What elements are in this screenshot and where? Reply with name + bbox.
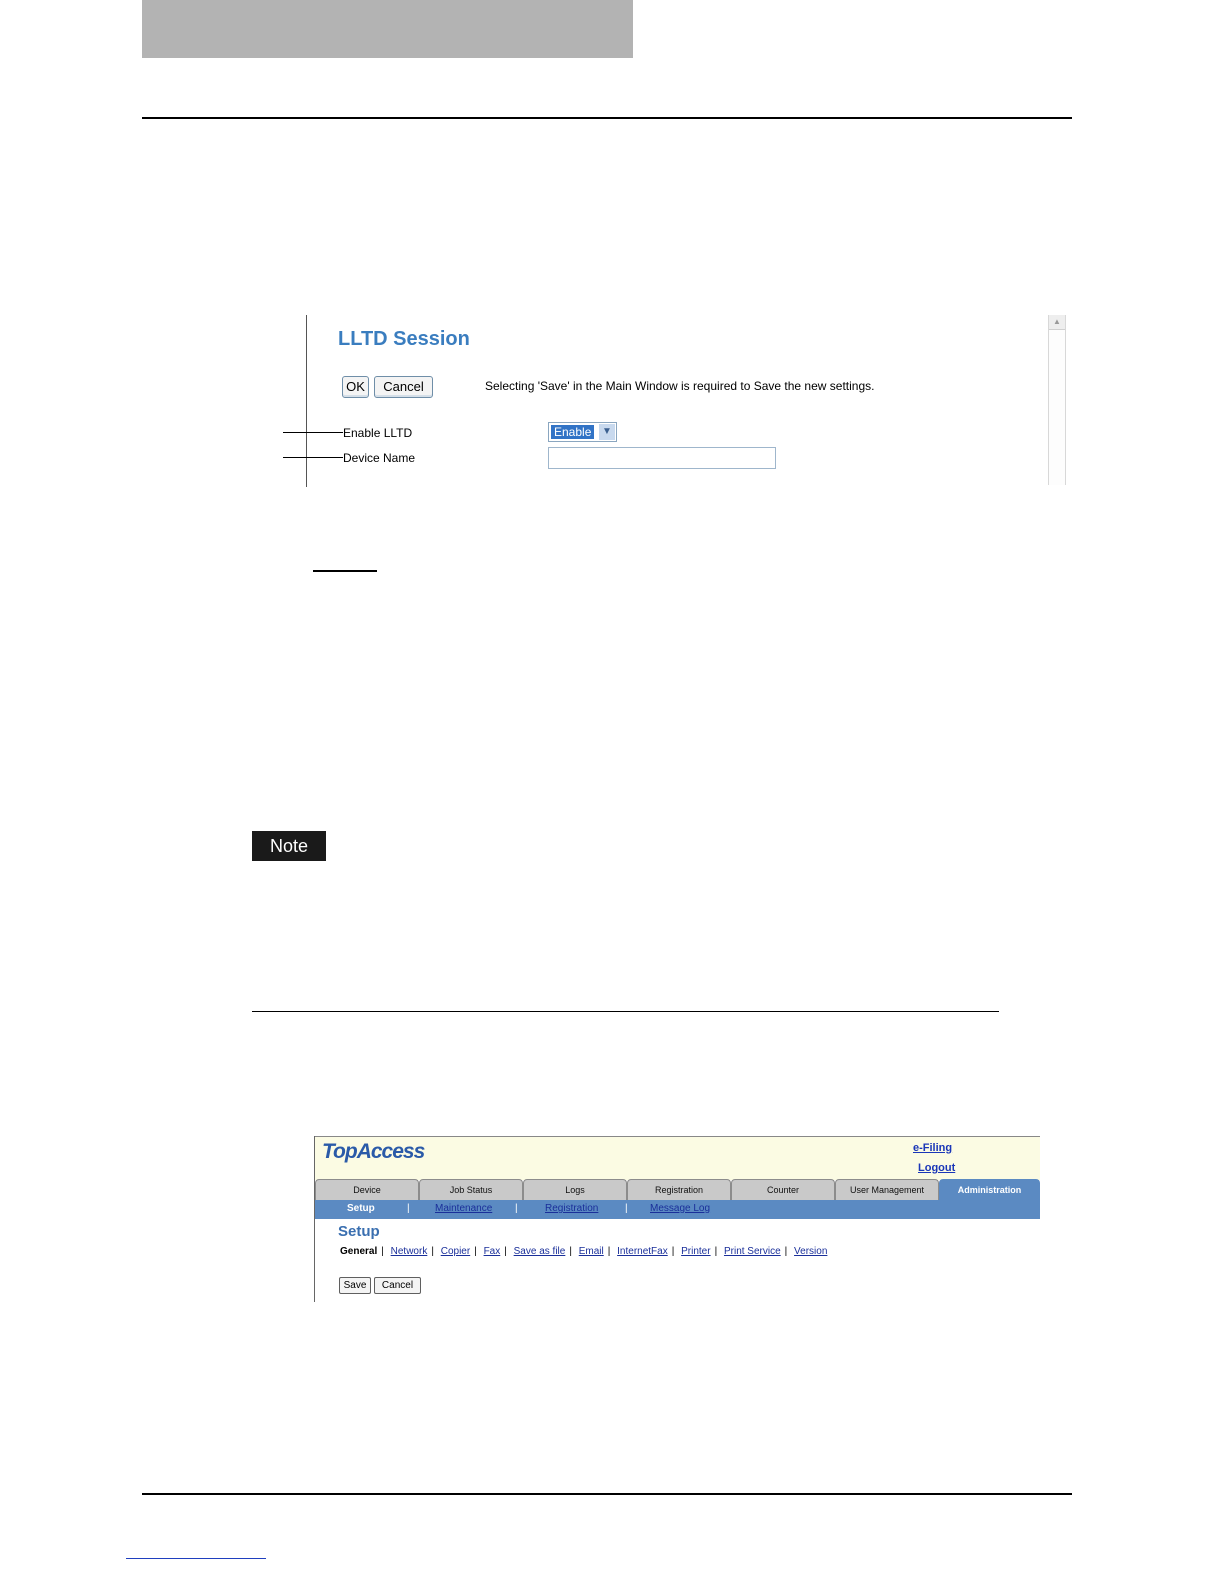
efiling-link[interactable]: e-Filing xyxy=(913,1142,952,1154)
setup-link-save-as-file[interactable]: Save as file xyxy=(514,1246,566,1257)
enable-lltd-selected-value: Enable xyxy=(551,425,595,439)
tab-logs[interactable]: Logs xyxy=(523,1179,627,1200)
tab-administration[interactable]: Administration xyxy=(939,1179,1040,1200)
callout-leader-line xyxy=(283,432,343,433)
scroll-up-arrow-icon[interactable]: ▲ xyxy=(1049,315,1065,330)
setup-link-fax[interactable]: Fax xyxy=(484,1246,501,1257)
footer-divider xyxy=(142,1493,1072,1495)
setup-link-email[interactable]: Email xyxy=(579,1246,604,1257)
setup-link-print-service[interactable]: Print Service xyxy=(724,1246,781,1257)
setup-link-printer[interactable]: Printer xyxy=(681,1246,710,1257)
subnav-separator: | xyxy=(625,1203,628,1214)
tab-registration[interactable]: Registration xyxy=(627,1179,731,1200)
subnav-separator: | xyxy=(515,1203,518,1214)
save-required-message: Selecting 'Save' in the Main Window is r… xyxy=(485,379,875,393)
enable-lltd-label: Enable LLTD xyxy=(343,426,413,440)
subnav-message-log[interactable]: Message Log xyxy=(650,1203,710,1214)
topaccess-logo: TopAccess xyxy=(322,1140,425,1163)
enable-lltd-select[interactable]: Enable ▼ xyxy=(548,422,617,442)
tab-job-status[interactable]: Job Status xyxy=(419,1179,523,1200)
main-tab-bar: Device Job Status Logs Registration Coun… xyxy=(315,1179,1040,1200)
save-button[interactable]: Save xyxy=(339,1277,371,1294)
header-divider xyxy=(142,117,1072,119)
lltd-window-edge xyxy=(306,315,307,487)
subnav-separator: | xyxy=(407,1203,410,1214)
ok-button[interactable]: OK xyxy=(342,376,369,398)
tab-counter[interactable]: Counter xyxy=(731,1179,835,1200)
setup-link-copier[interactable]: Copier xyxy=(441,1246,470,1257)
chevron-down-icon[interactable]: ▼ xyxy=(599,424,615,440)
footer-link-underline xyxy=(126,1558,266,1559)
device-name-input[interactable] xyxy=(548,447,776,469)
setup-section-links: General | Network | Copier | Fax | Save as f… xyxy=(340,1246,828,1257)
tab-device[interactable]: Device xyxy=(315,1179,419,1200)
subnav-maintenance[interactable]: Maintenance xyxy=(435,1203,492,1214)
section-divider xyxy=(252,1011,999,1012)
callout-leader-line xyxy=(283,457,343,458)
admin-subnav: Setup | Maintenance | Registration | Mes… xyxy=(315,1200,1040,1219)
logout-link[interactable]: Logout xyxy=(918,1162,955,1174)
setup-page-title: Setup xyxy=(338,1223,380,1240)
cancel-button[interactable]: Cancel xyxy=(374,376,433,398)
cancel-button[interactable]: Cancel xyxy=(374,1277,421,1294)
setup-link-network[interactable]: Network xyxy=(391,1246,428,1257)
setup-link-general[interactable]: General xyxy=(340,1246,377,1257)
setup-link-version[interactable]: Version xyxy=(794,1246,827,1257)
setup-link-internetfax[interactable]: InternetFax xyxy=(617,1246,668,1257)
subnav-registration[interactable]: Registration xyxy=(545,1203,598,1214)
note-badge: Note xyxy=(252,831,326,861)
tab-user-management[interactable]: User Management xyxy=(835,1179,939,1200)
subnav-setup[interactable]: Setup xyxy=(347,1203,375,1214)
section-underline xyxy=(313,570,377,572)
device-name-label: Device Name xyxy=(343,451,416,465)
lltd-page-title: LLTD Session xyxy=(338,328,470,350)
lltd-scrollbar[interactable]: ▲ xyxy=(1048,315,1066,485)
page-header-bar xyxy=(142,0,633,58)
